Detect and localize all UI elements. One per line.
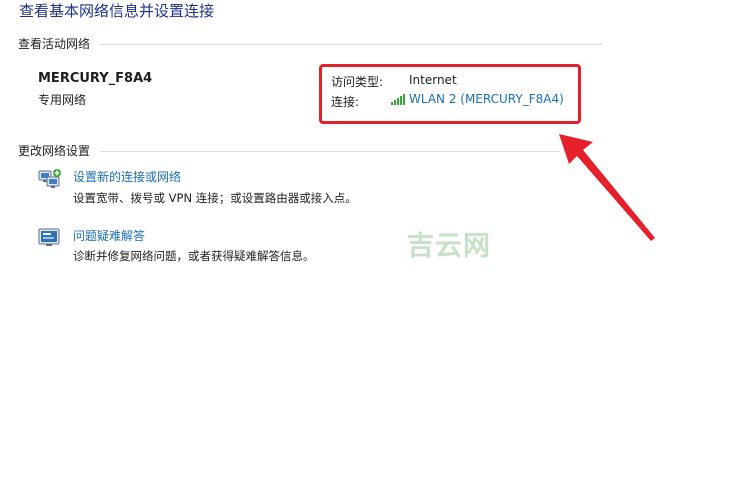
setup-new-connection-description: 设置宽带、拨号或 VPN 连接；或设置路由器或接入点。 [73,191,357,205]
red-arrow-annotation [559,134,655,241]
active-networks-header: 查看活动网络 [18,37,91,51]
new-connection-icon[interactable] [38,168,62,190]
setup-new-connection-link[interactable]: 设置新的连接或网络 [73,168,181,185]
network-type: 专用网络 [38,93,87,107]
access-type-label: 访问类型: [331,75,384,89]
troubleshoot-icon[interactable] [38,226,62,248]
page-title: 查看基本网络信息并设置连接 [19,2,215,20]
connection-label: 连接: [331,95,360,109]
connection-link[interactable]: WLAN 2 (MERCURY_F8A4) [391,92,564,106]
troubleshoot-description: 诊断并修复网络问题，或者获得疑难解答信息。 [73,249,315,263]
watermark-text: 吉云网 [407,231,491,262]
connection-link-label: WLAN 2 (MERCURY_F8A4) [409,92,564,106]
network-sharing-center: 查看基本网络信息并设置连接 查看活动网络 MERCURY_F8A4 专用网络 访… [0,0,750,500]
wifi-signal-icon [391,93,405,105]
change-settings-header: 更改网络设置 [18,144,91,158]
active-networks-divider [100,44,602,45]
change-settings-divider [100,151,560,152]
troubleshoot-link[interactable]: 问题疑难解答 [73,227,145,244]
access-type-value: Internet [409,73,457,87]
network-name: MERCURY_F8A4 [38,71,153,86]
